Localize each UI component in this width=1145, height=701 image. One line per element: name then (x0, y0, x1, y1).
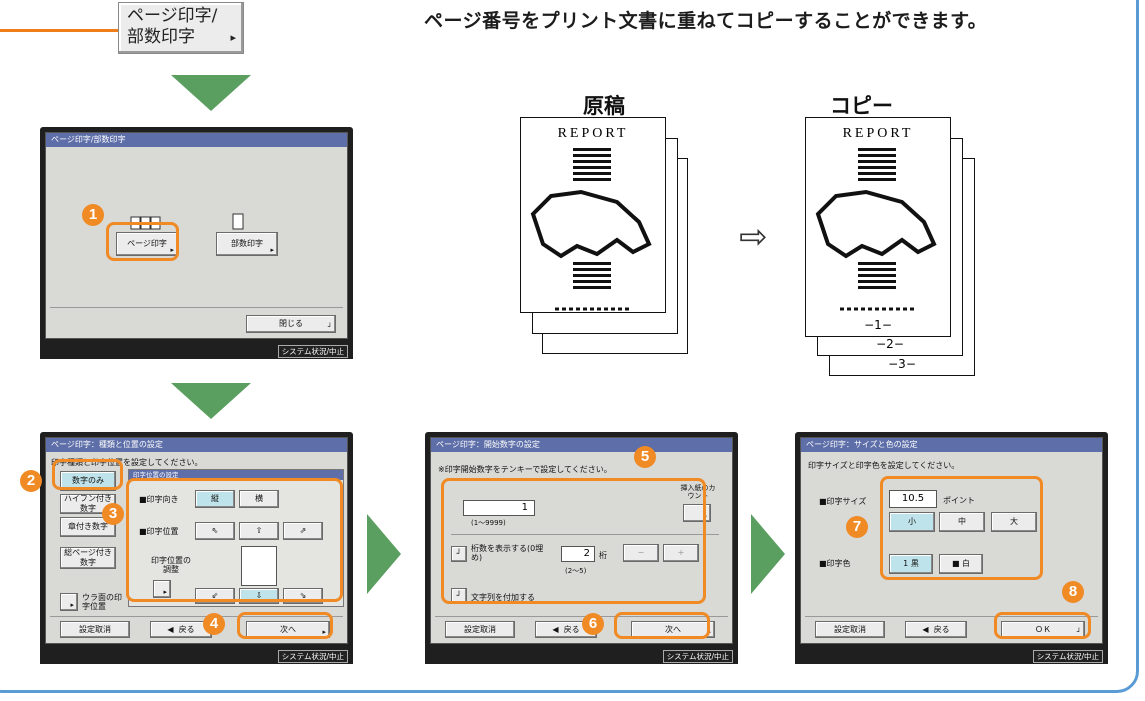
page-number-1: −1− (864, 318, 892, 332)
highlight-next (237, 612, 333, 639)
back-label: 戻る (933, 624, 950, 634)
button-line1: ページ印字/ (127, 6, 218, 26)
back-arrow-icon: ◀ (167, 624, 179, 634)
step-4-badge: 4 (203, 613, 225, 635)
corner-arrow-icon: ▸ (70, 600, 74, 609)
chevron-right-icon: ▸ (230, 31, 236, 44)
status-bar: システム状況/中止 (795, 647, 1108, 664)
back-position-button[interactable]: ▸ (60, 593, 78, 611)
back-position-label: ウラ面の印字位置 (82, 593, 122, 611)
back-arrow-icon: ◀ (552, 624, 564, 634)
return-icon: ┘ (327, 322, 332, 331)
back-label: 戻る (178, 624, 195, 634)
instruction-text: ※印字開始数字をテンキーで設定してください。 (438, 465, 612, 474)
size-label: ■印字サイズ (819, 497, 867, 506)
instruction-text: 印字サイズと印字色を設定してください。 (808, 461, 960, 470)
highlight-next (614, 612, 710, 639)
cancel-label: 設定取消 (834, 624, 866, 634)
type-label: 章付き数字 (68, 522, 108, 532)
cancel-settings-button[interactable]: 設定取消 (815, 621, 885, 638)
report-title: REPORT (557, 126, 629, 141)
system-status-button[interactable]: システム状況/中止 (277, 345, 348, 358)
report-map-illustration (815, 148, 937, 311)
flow-arrow-down-icon (171, 383, 251, 419)
status-bar: システム状況/中止 (425, 647, 738, 664)
step-8-badge: 8 (1062, 581, 1084, 603)
system-status-button[interactable]: システム状況/中止 (277, 650, 348, 663)
step-5-badge: 5 (634, 446, 656, 468)
page-number-2: −2− (876, 337, 904, 351)
close-label: 閉じる (279, 319, 303, 329)
flow-arrow-right-icon (367, 514, 401, 594)
cancel-settings-button[interactable]: 設定取消 (60, 621, 130, 638)
connector-line (0, 29, 118, 32)
type-total-button[interactable]: 総ページ付き数字 (60, 547, 116, 569)
highlight-page-print (106, 222, 179, 261)
step-6-badge: 6 (582, 613, 604, 635)
close-button[interactable]: 閉じる ┘ (246, 315, 336, 333)
original-label: 原稿 (583, 94, 625, 118)
screen-title: ページ印字：開始数字の設定 (431, 438, 732, 452)
screen-page-print-select: ページ印字/部数印字 ページ印字 ▸ 部数印字 ▸ 閉じる ┘ システム状況/中止 (40, 127, 353, 359)
conversion-arrow-icon: ⇨ (739, 217, 768, 257)
step-2-badge: 2 (20, 470, 42, 492)
back-arrow-icon: ◀ (922, 624, 934, 634)
screen-title: ページ印字/部数印字 (46, 133, 347, 147)
cancel-label: 設定取消 (79, 624, 111, 634)
copy-print-button[interactable]: 部数印字 ▸ (216, 232, 278, 256)
highlight-position-panel (126, 478, 343, 602)
cancel-settings-button[interactable]: 設定取消 (445, 621, 515, 638)
color-label: ■印字色 (819, 559, 851, 568)
step-7-badge: 7 (846, 516, 868, 538)
screen-title: ページ印字：サイズと色の設定 (801, 438, 1102, 452)
highlight-ok (994, 612, 1091, 639)
step-3-badge: 3 (102, 503, 124, 525)
highlight-start-settings (441, 478, 706, 604)
system-status-button[interactable]: システム状況/中止 (1032, 650, 1103, 663)
report-title: REPORT (842, 126, 914, 141)
report-map-illustration (530, 148, 652, 311)
highlight-digits-only (52, 459, 123, 490)
button-line2: 部数印字 (127, 27, 195, 47)
copy-print-graphic-icon (231, 213, 245, 231)
back-button[interactable]: ◀ 戻る (905, 621, 967, 638)
flow-arrow-right-icon (751, 514, 785, 594)
page-print-menu-button[interactable]: ページ印字/ 部数印字 ▸ (118, 2, 244, 54)
copy-page-1: REPORT −1− (805, 117, 951, 337)
corner-arrow-icon: ▸ (270, 245, 274, 254)
copy-label: コピー (830, 94, 893, 118)
original-page-1: REPORT (520, 117, 666, 313)
status-bar: システム状況/中止 (40, 342, 353, 359)
screen-title: ページ印字：種類と位置の設定 (46, 438, 347, 452)
flow-arrow-down-icon (171, 75, 251, 111)
cancel-label: 設定取消 (464, 624, 496, 634)
copy-print-label: 部数印字 (231, 239, 263, 249)
highlight-size-color (880, 476, 1043, 580)
divider (50, 307, 343, 308)
page-heading: ページ番号をプリント文書に重ねてコピーすることができます。 (424, 10, 988, 32)
type-label: 総ページ付き数字 (64, 548, 112, 567)
system-status-button[interactable]: システム状況/中止 (662, 650, 733, 663)
status-bar: システム状況/中止 (40, 647, 353, 664)
page-number-3: −3− (888, 357, 916, 371)
step-1-badge: 1 (82, 204, 104, 226)
back-label: 戻る (563, 624, 580, 634)
